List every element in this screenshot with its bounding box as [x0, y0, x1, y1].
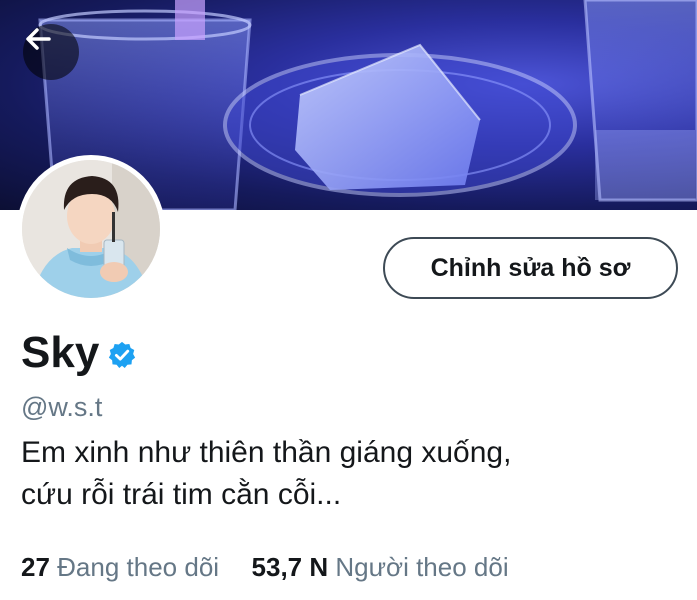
following-label: Đang theo dõi — [57, 552, 220, 582]
arrow-left-icon — [26, 28, 51, 50]
following-link[interactable]: 27 Đang theo dõi — [21, 552, 226, 582]
profile-bio: Em xinh như thiên thần giáng xuống, cứu … — [21, 432, 661, 516]
back-button[interactable] — [23, 24, 79, 80]
verified-badge-icon — [109, 341, 136, 368]
following-count: 27 — [21, 552, 50, 582]
bio-line-1: Em xinh như thiên thần giáng xuống, — [21, 436, 512, 469]
profile-handle: @w.s.t — [21, 392, 103, 422]
avatar-image — [22, 160, 160, 298]
followers-count: 53,7 N — [251, 552, 329, 582]
followers-link[interactable]: 53,7 N Người theo dõi — [252, 552, 509, 582]
avatar[interactable] — [17, 155, 165, 303]
bio-line-2: cứu rỗi trái tim cằn cỗi... — [21, 478, 342, 511]
profile-stats: 27 Đang theo dõi 53,7 N Người theo dõi — [21, 552, 509, 583]
edit-profile-button[interactable]: Chỉnh sửa hồ sơ — [383, 237, 678, 299]
followers-label: Người theo dõi — [335, 552, 509, 582]
profile-name: Sky — [21, 328, 100, 377]
profile-name-row: Sky — [21, 328, 137, 378]
